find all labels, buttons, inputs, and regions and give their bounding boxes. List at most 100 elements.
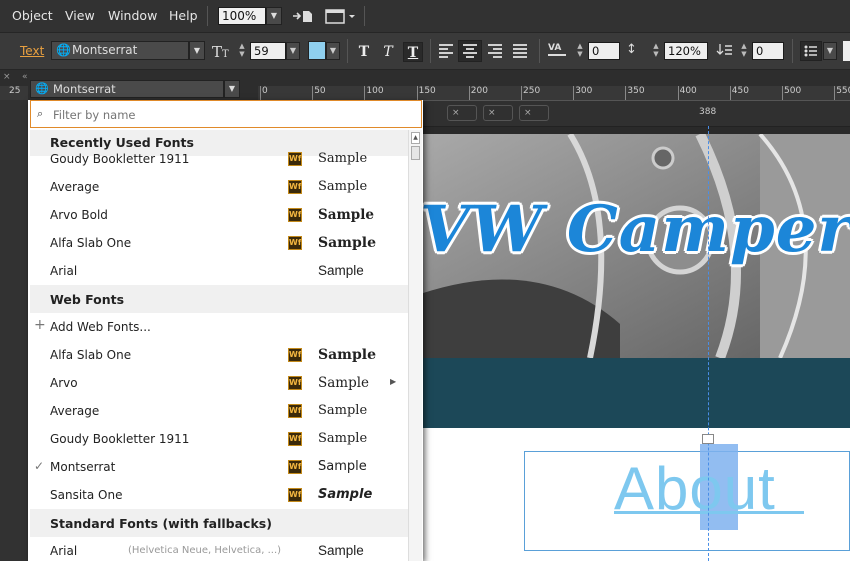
left-ruler-strip: 25: [0, 86, 28, 100]
list-style-icon[interactable]: [800, 41, 822, 61]
font-name: Arial: [50, 544, 78, 558]
font-list-item[interactable]: Arvo Wf Sample ▶: [30, 369, 408, 397]
font-list-item[interactable]: ✓ Montserrat Wf Sample: [30, 453, 408, 481]
font-list-item[interactable]: Arial Sample: [30, 257, 408, 285]
ruler-tick: [468, 86, 470, 100]
leading-icon: ↕: [626, 42, 637, 57]
leading-stepper[interactable]: ▲ ▼: [650, 42, 662, 60]
font-list-item[interactable]: Arvo Bold Wf Sample: [30, 201, 408, 229]
element-tab-3[interactable]: ×: [519, 105, 549, 121]
font-list-item[interactable]: Arial (Helvetica Neue, Helvetica, ...) Sam…: [30, 537, 408, 561]
panel-font-dropdown-button[interactable]: ▼: [224, 80, 240, 98]
font-list-item[interactable]: Average Wf Sample: [30, 173, 408, 201]
svg-text:T: T: [212, 43, 222, 59]
hero-headline[interactable]: VW Camper Ti: [420, 192, 850, 267]
add-web-fonts-item[interactable]: + Add Web Fonts...: [30, 313, 408, 341]
horizontal-ruler: 0 50 100 150 200 250 300 350 400 450 500 550: [258, 86, 850, 101]
submenu-arrow-icon[interactable]: ▶: [390, 377, 396, 386]
font-list-item[interactable]: Goudy Bookletter 1911 Wf Sample: [30, 425, 408, 453]
about-underline: [614, 511, 804, 514]
font-name: Web Fonts: [50, 292, 125, 307]
italic-text-icon[interactable]: T: [378, 42, 398, 62]
font-list-item[interactable]: Average Wf Sample: [30, 397, 408, 425]
zoom-dropdown-button[interactable]: ▼: [266, 7, 282, 25]
scroll-up-arrow[interactable]: ▲: [411, 132, 420, 144]
font-list-scrollbar[interactable]: ▲: [408, 130, 422, 561]
collapse-panel-icon[interactable]: «: [22, 72, 28, 82]
hero-photo[interactable]: VW Camper Ti: [420, 134, 850, 358]
bold-text-icon[interactable]: T: [354, 42, 374, 62]
list-style-dropdown-button[interactable]: ▼: [823, 42, 837, 60]
menu-help[interactable]: Help: [169, 8, 198, 23]
font-size-dropdown-button[interactable]: ▼: [286, 42, 300, 60]
font-size-icon: TT: [212, 43, 232, 61]
web-font-badge-icon: Wf: [288, 404, 302, 418]
text-mode-label[interactable]: Text: [20, 44, 44, 58]
font-size-field[interactable]: 59: [250, 42, 286, 60]
font-list-item[interactable]: Sansita One Wf Sample: [30, 481, 408, 509]
live-view-icon[interactable]: [292, 9, 314, 23]
svg-text:T: T: [222, 49, 229, 59]
web-font-badge-icon: Wf: [288, 460, 302, 474]
underline-text-icon[interactable]: T: [403, 42, 423, 62]
menu-view[interactable]: View: [65, 8, 95, 23]
plus-icon: +: [34, 317, 46, 333]
font-size-stepper[interactable]: ▲ ▼: [236, 42, 248, 60]
scroll-thumb[interactable]: [411, 146, 420, 160]
font-family-dropdown-button[interactable]: ▼: [189, 41, 205, 60]
web-font-badge-icon: Wf: [288, 208, 302, 222]
menu-object[interactable]: Object: [12, 8, 53, 23]
text-color-dropdown-button[interactable]: ▼: [326, 42, 340, 60]
font-section-header: Standard Fonts (with fallbacks): [30, 509, 408, 537]
ruler-label: 100: [366, 86, 384, 96]
close-panel-icon[interactable]: ×: [3, 72, 11, 82]
element-tab-1[interactable]: ×: [447, 105, 477, 121]
kerning-field[interactable]: 0: [588, 42, 620, 60]
font-sample: Sample: [318, 431, 368, 446]
space-after-field[interactable]: 0: [752, 42, 784, 60]
align-center-icon[interactable]: [463, 44, 477, 58]
panel-font-select[interactable]: Montserrat: [30, 80, 224, 98]
align-justify-icon[interactable]: [513, 44, 527, 58]
guide-handle[interactable]: [702, 434, 714, 444]
font-sample: Sample: [318, 347, 377, 363]
ruler-label: 500: [784, 86, 802, 96]
font-list-item[interactable]: Alfa Slab One Wf Sample: [30, 229, 408, 257]
text-color-swatch[interactable]: [308, 41, 326, 60]
leading-field[interactable]: 120%: [664, 42, 708, 60]
font-name: Montserrat: [50, 460, 116, 474]
align-right-icon[interactable]: [488, 44, 502, 58]
font-list-item[interactable]: Goudy Bookletter 1911 Wf Sample: [30, 145, 408, 173]
font-filter-box[interactable]: ⌕: [30, 100, 422, 128]
font-family-field[interactable]: Montserrat: [51, 41, 189, 60]
font-sample: Sample: [318, 375, 370, 391]
font-name: Goudy Bookletter 1911: [50, 432, 190, 446]
space-after-stepper[interactable]: ▲ ▼: [738, 42, 750, 60]
left-ruler-label: 25: [9, 86, 21, 96]
element-tab-2[interactable]: ×: [483, 105, 513, 121]
checkmark-icon: ✓: [34, 459, 45, 473]
font-name: Arvo: [50, 376, 78, 390]
ruler-label: 400: [679, 86, 697, 96]
font-filter-input[interactable]: [51, 105, 415, 125]
font-name: Goudy Bookletter 1911: [50, 152, 190, 166]
font-list: Recently Used Fonts Goudy Bookletter 1911…: [30, 130, 408, 561]
align-left-icon[interactable]: [439, 44, 453, 58]
web-font-badge-icon: Wf: [288, 376, 302, 390]
font-list-item[interactable]: Alfa Slab One Wf Sample: [30, 341, 408, 369]
ruler-tick: [625, 86, 627, 100]
display-options-icon[interactable]: [325, 8, 355, 24]
ruler-tick: [416, 86, 418, 100]
font-name: Standard Fonts (with fallbacks): [50, 516, 272, 531]
kerning-stepper[interactable]: ▲ ▼: [574, 42, 586, 60]
ruler-tick: [729, 86, 731, 100]
vertical-guide[interactable]: [708, 126, 709, 561]
menu-window[interactable]: Window: [108, 8, 157, 23]
overflow-control[interactable]: [843, 41, 850, 61]
zoom-field[interactable]: 100%: [218, 7, 266, 25]
font-sample: Sample: [318, 207, 374, 223]
web-font-badge-icon: Wf: [288, 152, 302, 166]
menu-separator-2: [364, 6, 365, 26]
font-name: Sansita One: [50, 488, 123, 502]
font-name: Alfa Slab One: [50, 236, 132, 250]
